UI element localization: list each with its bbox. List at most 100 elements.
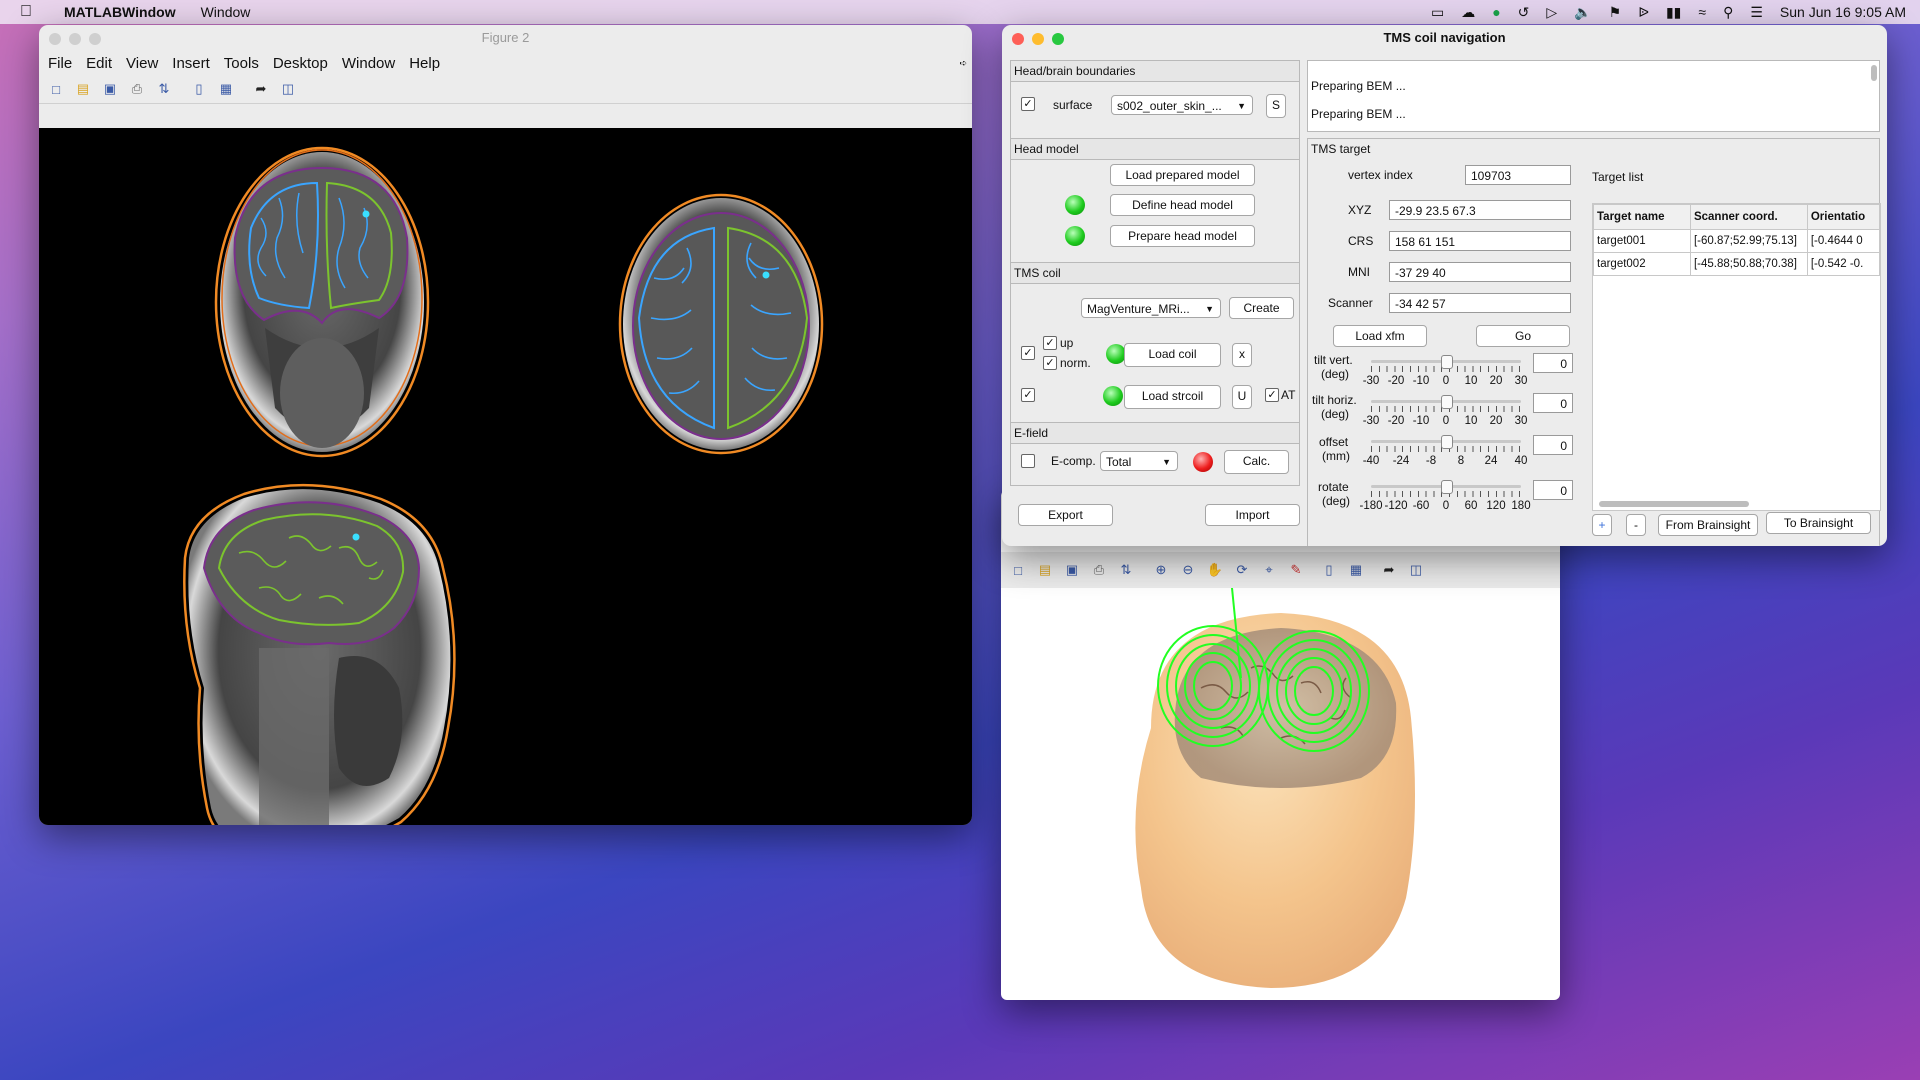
table-row[interactable]: target001 [-60.87;52.99;75.13] [-0.4644 …: [1593, 229, 1880, 253]
open-file-icon[interactable]: ▤: [72, 78, 94, 100]
tilt-horiz-slider[interactable]: -30 -20 -10 0 10 20 30: [1363, 395, 1527, 427]
colorbar-icon[interactable]: ▯: [188, 78, 210, 100]
create-coil-button[interactable]: Create: [1229, 297, 1294, 319]
window-menu[interactable]: Window: [201, 4, 251, 20]
mni-field[interactable]: -37 29 40: [1389, 262, 1571, 282]
tilt-vert-value[interactable]: 0: [1533, 353, 1573, 373]
menu-file[interactable]: File: [48, 55, 72, 72]
import-button[interactable]: Import: [1205, 504, 1300, 526]
minimize-icon[interactable]: [69, 33, 81, 45]
column-header[interactable]: Orientatio: [1806, 204, 1880, 230]
coil-checkbox[interactable]: ✓: [1021, 346, 1035, 360]
export-button[interactable]: Export: [1018, 504, 1113, 526]
pointer-icon[interactable]: ➦: [1378, 559, 1400, 581]
zoom-out-icon[interactable]: ⊖: [1177, 559, 1199, 581]
menu-edit[interactable]: Edit: [86, 55, 112, 72]
save-icon[interactable]: ▣: [1061, 559, 1083, 581]
zoom-icon[interactable]: [1052, 33, 1064, 45]
close-icon[interactable]: [1012, 33, 1024, 45]
wifi-icon[interactable]: ≈: [1698, 4, 1706, 20]
open-file-icon[interactable]: ▤: [1034, 559, 1056, 581]
display-icon[interactable]: ▭: [1431, 4, 1444, 21]
add-target-button[interactable]: +: [1592, 514, 1612, 536]
colorbar-icon[interactable]: ▯: [1318, 559, 1340, 581]
prepare-head-model-button[interactable]: Prepare head model: [1110, 225, 1255, 247]
head-3d-render[interactable]: [1001, 577, 1560, 998]
menu-window[interactable]: Window: [342, 55, 395, 72]
load-prepared-model-button[interactable]: Load prepared model: [1110, 164, 1255, 186]
vertex-index-field[interactable]: 109703: [1465, 165, 1571, 185]
menu-insert[interactable]: Insert: [172, 55, 210, 72]
slider-thumb[interactable]: [1441, 395, 1453, 409]
bluetooth-icon[interactable]: ᐉ: [1638, 4, 1649, 21]
table-cell[interactable]: [-0.4644 0: [1806, 229, 1880, 253]
tilt-vert-slider[interactable]: -30 -20 -10 0 10 20 30: [1363, 355, 1527, 387]
slider-thumb[interactable]: [1441, 355, 1453, 369]
column-header[interactable]: Target name: [1593, 204, 1691, 230]
surface-s-button[interactable]: S: [1266, 94, 1286, 118]
close-icon[interactable]: [49, 33, 61, 45]
menubar-arrow-icon[interactable]: ➪: [959, 58, 967, 69]
chat-icon[interactable]: ●: [1492, 4, 1500, 20]
to-brainsight-button[interactable]: To Brainsight: [1766, 512, 1871, 534]
flag-icon[interactable]: ⚑: [1609, 4, 1622, 21]
norm-checkbox[interactable]: ✓: [1043, 356, 1057, 370]
at-checkbox[interactable]: ✓: [1265, 388, 1279, 402]
table-cell[interactable]: target001: [1593, 229, 1691, 253]
column-header[interactable]: Scanner coord.: [1689, 204, 1808, 230]
print-icon[interactable]: ⎙: [126, 78, 148, 100]
remove-target-button[interactable]: -: [1626, 514, 1646, 536]
play-icon[interactable]: ▷: [1546, 4, 1557, 21]
volume-icon[interactable]: 🔈: [1574, 4, 1591, 21]
search-icon[interactable]: ⚲: [1723, 4, 1733, 21]
apple-icon[interactable]: : [20, 3, 32, 21]
from-brainsight-button[interactable]: From Brainsight: [1658, 514, 1758, 536]
pan-icon[interactable]: ✋: [1204, 559, 1226, 581]
log-scrollbar[interactable]: [1871, 65, 1877, 81]
up-checkbox[interactable]: ✓: [1043, 336, 1057, 350]
save-icon[interactable]: ▣: [99, 78, 121, 100]
tilt-horiz-value[interactable]: 0: [1533, 393, 1573, 413]
calc-button[interactable]: Calc.: [1224, 450, 1289, 474]
minimize-icon[interactable]: [1032, 33, 1044, 45]
rotate-slider[interactable]: -180 -120 -60 0 60 120 180: [1359, 480, 1531, 512]
xyz-field[interactable]: -29.9 23.5 67.3: [1389, 200, 1571, 220]
tms-titlebar[interactable]: TMS coil navigation: [1002, 25, 1887, 51]
offset-value[interactable]: 0: [1533, 435, 1573, 455]
time-machine-icon[interactable]: ↺: [1518, 4, 1530, 21]
go-button[interactable]: Go: [1476, 325, 1570, 347]
app-menu[interactable]: MATLABWindow: [64, 4, 176, 20]
data-cursor-icon[interactable]: ⌖: [1258, 559, 1280, 581]
surface-checkbox[interactable]: ✓: [1021, 97, 1035, 111]
brush-icon[interactable]: ✎: [1285, 559, 1307, 581]
table-cell[interactable]: [-45.88;50.88;70.38]: [1689, 252, 1808, 276]
load-xfm-button[interactable]: Load xfm: [1333, 325, 1427, 347]
print-icon[interactable]: ⎙: [1088, 559, 1110, 581]
strcoil-checkbox[interactable]: ✓: [1021, 388, 1035, 402]
menu-view[interactable]: View: [126, 55, 158, 72]
crs-field[interactable]: 158 61 151: [1389, 231, 1571, 251]
link-plot-icon[interactable]: ⇅: [153, 78, 175, 100]
efield-checkbox[interactable]: [1021, 454, 1035, 468]
table-cell[interactable]: target002: [1593, 252, 1691, 276]
define-head-model-button[interactable]: Define head model: [1110, 194, 1255, 216]
zoom-in-icon[interactable]: ⊕: [1150, 559, 1172, 581]
menu-help[interactable]: Help: [409, 55, 440, 72]
new-figure-icon[interactable]: □: [45, 78, 67, 100]
ecomp-dropdown[interactable]: Total ▼: [1100, 451, 1178, 471]
rotate-3d-icon[interactable]: ⟳: [1231, 559, 1253, 581]
menu-tools[interactable]: Tools: [224, 55, 259, 72]
menu-desktop[interactable]: Desktop: [273, 55, 328, 72]
slider-thumb[interactable]: [1441, 480, 1453, 494]
legend-icon[interactable]: ▦: [215, 78, 237, 100]
new-figure-icon[interactable]: □: [1007, 559, 1029, 581]
pointer-icon[interactable]: ➦: [250, 78, 272, 100]
mri-canvas[interactable]: [39, 128, 972, 825]
table-cell[interactable]: [-60.87;52.99;75.13]: [1689, 229, 1808, 253]
scanner-field[interactable]: -34 42 57: [1389, 293, 1571, 313]
table-cell[interactable]: [-0.542 -0.: [1806, 252, 1880, 276]
table-horizontal-scrollbar[interactable]: [1599, 501, 1749, 507]
slider-thumb[interactable]: [1441, 435, 1453, 449]
clock[interactable]: Sun Jun 16 9:05 AM: [1780, 4, 1906, 20]
load-strcoil-button[interactable]: Load strcoil: [1124, 385, 1221, 409]
